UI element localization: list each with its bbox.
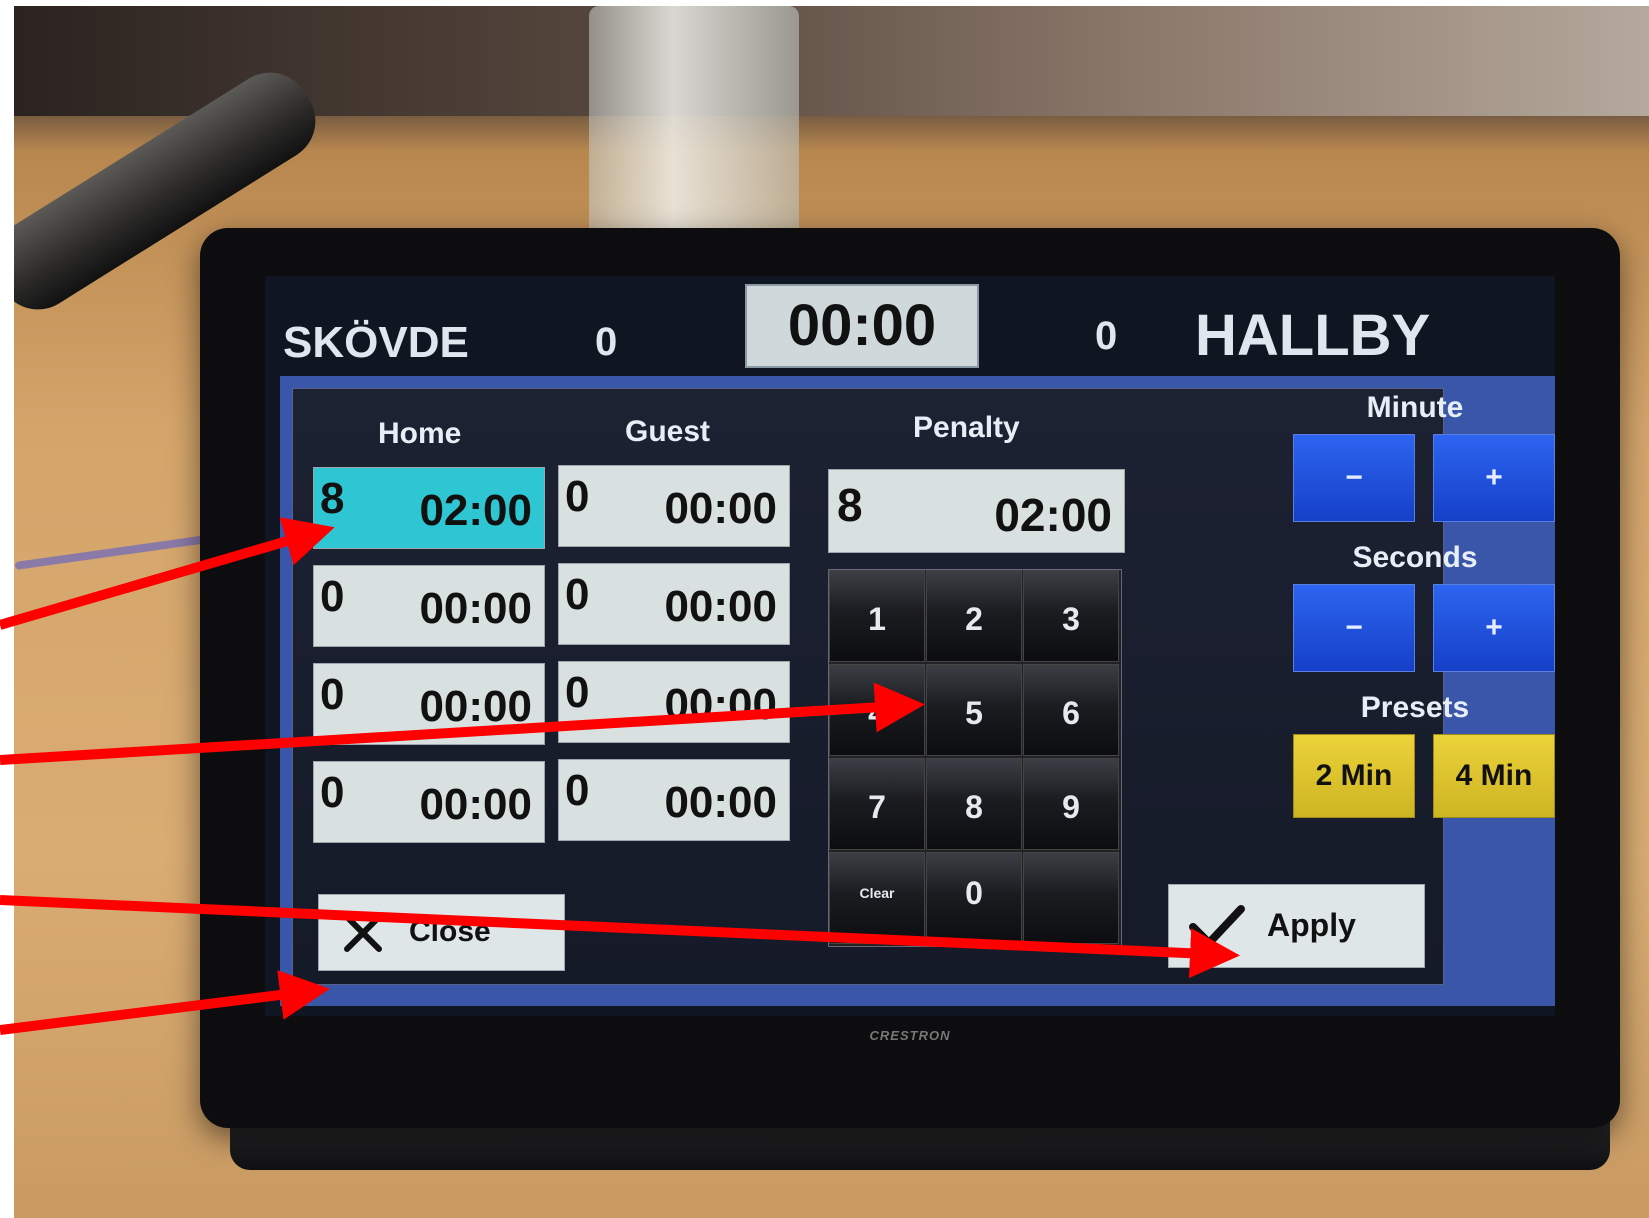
minute-plus-button[interactable]: +	[1433, 434, 1555, 522]
guest-team-name: HALLBY	[1195, 303, 1431, 368]
penalty-time: 00:00	[664, 484, 777, 533]
penalty-time: 00:00	[664, 680, 777, 729]
key-0[interactable]: 0	[926, 852, 1022, 944]
penalty-time: 02:00	[419, 486, 532, 535]
guest-penalty-slot-4[interactable]: 0 00:00	[558, 759, 790, 841]
key-8[interactable]: 8	[926, 758, 1022, 850]
player-number: 0	[320, 768, 345, 817]
preset-2-min-button[interactable]: 2 Min	[1293, 734, 1415, 818]
player-number: 0	[320, 670, 345, 719]
water-bottle	[589, 6, 799, 246]
seconds-label: Seconds	[1352, 541, 1478, 574]
guest-column-header: Guest	[625, 415, 711, 448]
screen: SKÖVDE 0 00:00 0 HALLBY Home Guest Penal…	[265, 276, 1555, 1016]
touch-panel: SKÖVDE 0 00:00 0 HALLBY Home Guest Penal…	[200, 228, 1620, 1128]
player-number: 0	[565, 766, 590, 815]
key-4[interactable]: 4	[829, 664, 925, 756]
device-brand: CRESTRON	[869, 1028, 951, 1043]
player-number: 0	[565, 668, 590, 717]
home-penalty-slot-4[interactable]: 0 00:00	[313, 761, 545, 843]
close-icon	[344, 914, 382, 952]
penalty-panel-inner: Home Guest Penalty 8 02:00 0 00:00 0 00:…	[292, 388, 1444, 985]
home-column-header: Home	[378, 417, 462, 450]
apply-button[interactable]: Apply	[1168, 884, 1425, 968]
key-blank[interactable]	[1023, 852, 1119, 944]
guest-penalty-slot-3[interactable]: 0 00:00	[558, 661, 790, 743]
minute-minus-button[interactable]: −	[1293, 434, 1415, 522]
key-2[interactable]: 2	[926, 570, 1022, 662]
minute-label: Minute	[1366, 391, 1464, 424]
penalty-player-number: 8	[837, 479, 863, 531]
seconds-minus-button[interactable]: −	[1293, 584, 1415, 672]
game-clock: 00:00	[745, 284, 979, 368]
key-3[interactable]: 3	[1023, 570, 1119, 662]
seconds-plus-button[interactable]: +	[1433, 584, 1555, 672]
key-5[interactable]: 5	[926, 664, 1022, 756]
key-clear[interactable]: Clear	[829, 852, 925, 944]
player-number: 0	[320, 572, 345, 621]
penalty-panel: Home Guest Penalty 8 02:00 0 00:00 0 00:…	[280, 376, 1555, 1006]
home-team-name: SKÖVDE	[283, 318, 469, 367]
home-penalty-slot-1[interactable]: 8 02:00	[313, 467, 545, 549]
guest-penalty-slot-2[interactable]: 0 00:00	[558, 563, 790, 645]
player-number: 0	[565, 570, 590, 619]
home-score: 0	[595, 320, 618, 364]
player-number: 0	[565, 472, 590, 521]
home-penalty-slot-2[interactable]: 0 00:00	[313, 565, 545, 647]
home-penalty-slot-3[interactable]: 0 00:00	[313, 663, 545, 745]
penalty-time: 00:00	[419, 682, 532, 731]
preset-4-min-button[interactable]: 4 Min	[1433, 734, 1555, 818]
guest-penalty-slot-1[interactable]: 0 00:00	[558, 465, 790, 547]
close-label: Close	[409, 915, 491, 948]
photo-frame: SKÖVDE 0 00:00 0 HALLBY Home Guest Penal…	[0, 0, 1649, 1218]
key-9[interactable]: 9	[1023, 758, 1119, 850]
checkmark-icon	[1189, 905, 1245, 947]
penalty-time: 00:00	[419, 780, 532, 829]
penalty-time: 00:00	[664, 778, 777, 827]
apply-label: Apply	[1267, 907, 1356, 943]
key-6[interactable]: 6	[1023, 664, 1119, 756]
key-1[interactable]: 1	[829, 570, 925, 662]
penalty-entry-field[interactable]: 8 02:00	[828, 469, 1125, 553]
penalty-column-header: Penalty	[913, 411, 1020, 444]
close-button[interactable]: Close	[318, 894, 565, 971]
player-number: 8	[320, 474, 345, 523]
penalty-time: 00:00	[664, 582, 777, 631]
key-7[interactable]: 7	[829, 758, 925, 850]
guest-score: 0	[1095, 314, 1118, 358]
penalty-time: 00:00	[419, 584, 532, 633]
numeric-keypad: 1 2 3 4 5 6 7 8 9 Clear 0	[828, 569, 1122, 947]
presets-label: Presets	[1360, 691, 1470, 724]
penalty-entry-time: 02:00	[994, 489, 1112, 541]
